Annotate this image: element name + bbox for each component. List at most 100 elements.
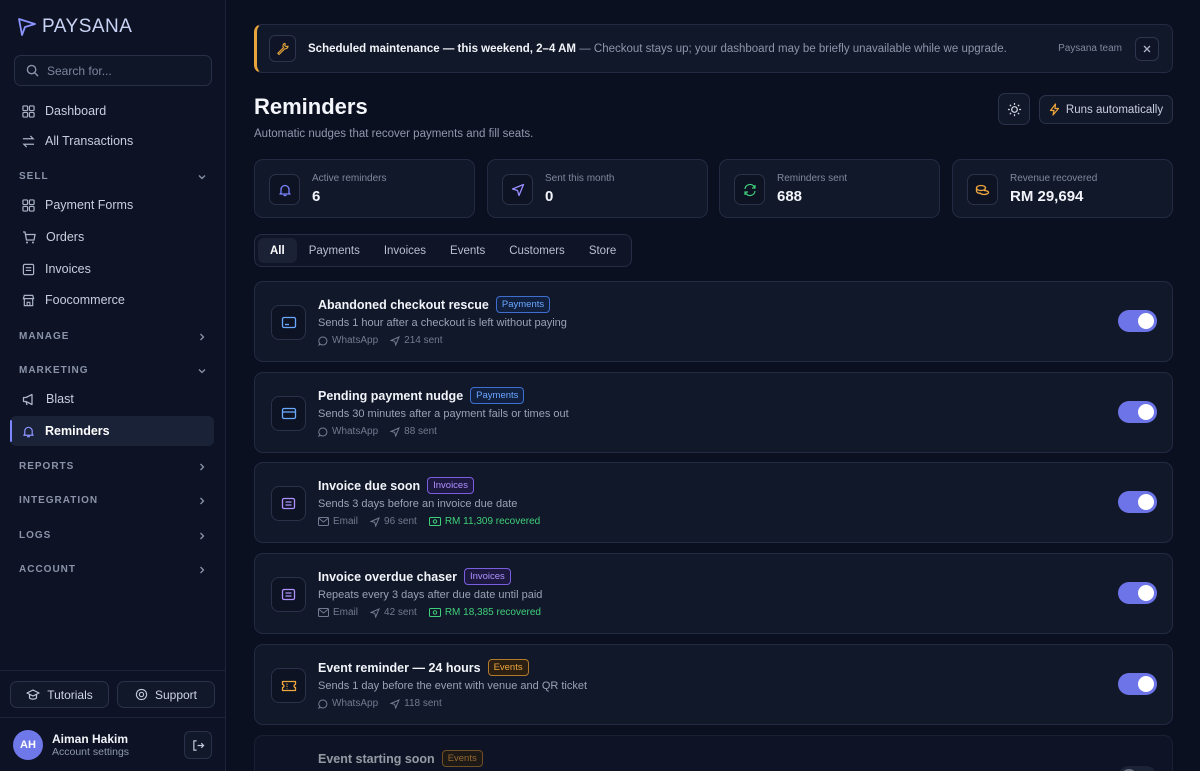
- search-box[interactable]: [14, 55, 212, 86]
- recovered-label: RM 11,309 recovered: [444, 516, 541, 527]
- section-label: MANAGE: [19, 331, 70, 342]
- avatar[interactable]: AH: [13, 730, 43, 760]
- sidebar-item-orders[interactable]: Orders: [10, 222, 214, 252]
- filter-tabs: All Payments Invoices Events Customers S…: [254, 234, 633, 267]
- whatsapp-icon: [318, 699, 328, 709]
- sidebar-item-blast[interactable]: Blast: [10, 384, 214, 414]
- sidebar-item-foocommerce[interactable]: Foocommerce: [10, 285, 214, 315]
- logo[interactable]: PAYSANA: [16, 16, 132, 38]
- section-integration[interactable]: INTEGRATION: [19, 495, 207, 506]
- sidebar-item-invoices[interactable]: Invoices: [10, 254, 214, 284]
- account-settings-link[interactable]: Account settings: [52, 746, 129, 758]
- card-title: Invoice overdue chaser Invoices: [318, 568, 511, 585]
- brand-name: PAYSANA: [42, 16, 133, 37]
- divider: [0, 717, 226, 718]
- reminder-toggle[interactable]: [1118, 491, 1157, 513]
- tab-payments[interactable]: Payments: [297, 238, 372, 263]
- store-icon: [22, 294, 35, 306]
- page-subtitle: Automatic nudges that recover payments a…: [254, 128, 534, 140]
- chevron-right-icon: [200, 532, 205, 539]
- section-sell[interactable]: SELL: [19, 171, 207, 182]
- section-reports[interactable]: REPORTS: [19, 461, 207, 472]
- reminder-toggle[interactable]: [1118, 766, 1157, 771]
- section-label: SELL: [19, 171, 49, 182]
- card-title: Pending payment nudge Payments: [318, 387, 525, 404]
- reminder-toggle[interactable]: [1118, 582, 1157, 604]
- coins-icon: [975, 184, 990, 195]
- wrench-icon: [277, 42, 289, 55]
- sidebar-item-label: Foocommerce: [45, 293, 125, 307]
- sidebar-item-label: Invoices: [45, 262, 91, 276]
- reminder-card-abandoned-checkout[interactable]: Abandoned checkout rescue Payments Sends…: [254, 281, 1173, 362]
- reminder-meta: Email 96 sent RM 11,309 recovered: [318, 516, 540, 527]
- reminder-meta: WhatsApp 214 sent: [318, 335, 443, 346]
- sidebar-item-reminders[interactable]: Reminders: [10, 416, 214, 446]
- tab-store[interactable]: Store: [577, 238, 629, 263]
- sent-count: 118 sent: [390, 698, 442, 709]
- tab-invoices[interactable]: Invoices: [372, 238, 438, 263]
- support-label: Support: [154, 687, 198, 702]
- stat-value: 0: [545, 188, 554, 205]
- invoice-icon: [281, 497, 296, 510]
- recovered-label: RM 18,385 recovered: [444, 607, 541, 618]
- close-banner-button[interactable]: [1135, 36, 1159, 61]
- sidebar-item-label: All Transactions: [45, 134, 134, 148]
- sidebar-item-label: Dashboard: [45, 104, 107, 118]
- category-badge: Invoices: [427, 477, 474, 494]
- banner-icon-box: [269, 35, 296, 62]
- runs-label: Runs automatically: [1065, 103, 1164, 116]
- reminder-card-invoice-overdue[interactable]: Invoice overdue chaser Invoices Repeats …: [254, 553, 1173, 634]
- reminder-card-invoice-due-soon[interactable]: Invoice due soon Invoices Sends 3 days b…: [254, 462, 1173, 543]
- tutorials-button[interactable]: Tutorials: [10, 681, 109, 708]
- logout-icon: [192, 739, 204, 751]
- user-name: Aiman Hakim: [52, 732, 129, 746]
- sidebar-item-label: Reminders: [45, 424, 110, 438]
- section-label: ACCOUNT: [19, 564, 76, 575]
- recovered-amount: RM 11,309 recovered: [428, 516, 541, 527]
- reminder-toggle[interactable]: [1118, 401, 1157, 423]
- logout-button[interactable]: [184, 731, 212, 759]
- search-input[interactable]: [47, 63, 197, 78]
- tab-events[interactable]: Events: [438, 238, 497, 263]
- invoice-icon: [281, 588, 296, 601]
- tab-all[interactable]: All: [258, 238, 297, 263]
- banner-message: — Checkout stays up; your dashboard may …: [576, 42, 1007, 55]
- reminder-description: Sends 30 minutes after a payment fails o…: [318, 408, 569, 420]
- send-icon: [390, 698, 401, 709]
- banner-text: Scheduled maintenance — this weekend, 2–…: [308, 43, 1007, 55]
- reminder-card-pending-payment[interactable]: Pending payment nudge Payments Sends 30 …: [254, 372, 1173, 453]
- section-marketing[interactable]: MARKETING: [19, 365, 207, 376]
- section-logs[interactable]: LOGS: [19, 530, 207, 541]
- reminder-toggle[interactable]: [1118, 310, 1157, 332]
- stat-icon-box: [734, 174, 765, 205]
- reminder-toggle[interactable]: [1118, 673, 1157, 695]
- chevron-right-icon: [200, 566, 205, 573]
- sidebar-item-all-transactions[interactable]: All Transactions: [10, 126, 214, 156]
- section-account[interactable]: ACCOUNT: [19, 564, 207, 575]
- refresh-icon: [743, 183, 756, 196]
- theme-toggle-button[interactable]: [998, 93, 1030, 125]
- support-button[interactable]: Support: [117, 681, 215, 708]
- mail-icon: [318, 608, 329, 617]
- reminder-card-event-24h[interactable]: Event reminder — 24 hours Events Sends 1…: [254, 644, 1173, 725]
- card-title: Event starting soon Events: [318, 750, 483, 767]
- runs-automatically-button[interactable]: Runs automatically: [1039, 95, 1173, 124]
- reminder-title: Invoice due soon: [318, 478, 421, 493]
- reminder-meta: Email 42 sent RM 18,385 recovered: [318, 607, 541, 618]
- reminder-meta: WhatsApp 88 sent: [318, 426, 437, 437]
- send-icon: [390, 335, 401, 346]
- sidebar-item-payment-forms[interactable]: Payment Forms: [10, 190, 214, 220]
- grid-icon: [22, 104, 35, 118]
- channel-label: WhatsApp: [332, 698, 379, 709]
- invoice-icon: [22, 263, 35, 275]
- reminder-meta: WhatsApp 118 sent: [318, 698, 442, 709]
- section-manage[interactable]: MANAGE: [19, 331, 207, 342]
- sent-label: 214 sent: [404, 335, 443, 346]
- tab-customers[interactable]: Customers: [497, 238, 577, 263]
- card-icon-box: [271, 396, 306, 431]
- category-badge: Events: [441, 750, 483, 767]
- swap-icon: [22, 135, 35, 147]
- money-icon: [428, 517, 441, 526]
- sidebar-item-dashboard[interactable]: Dashboard: [10, 96, 214, 126]
- reminder-card-event-starting-soon[interactable]: Event starting soon Events: [254, 735, 1173, 771]
